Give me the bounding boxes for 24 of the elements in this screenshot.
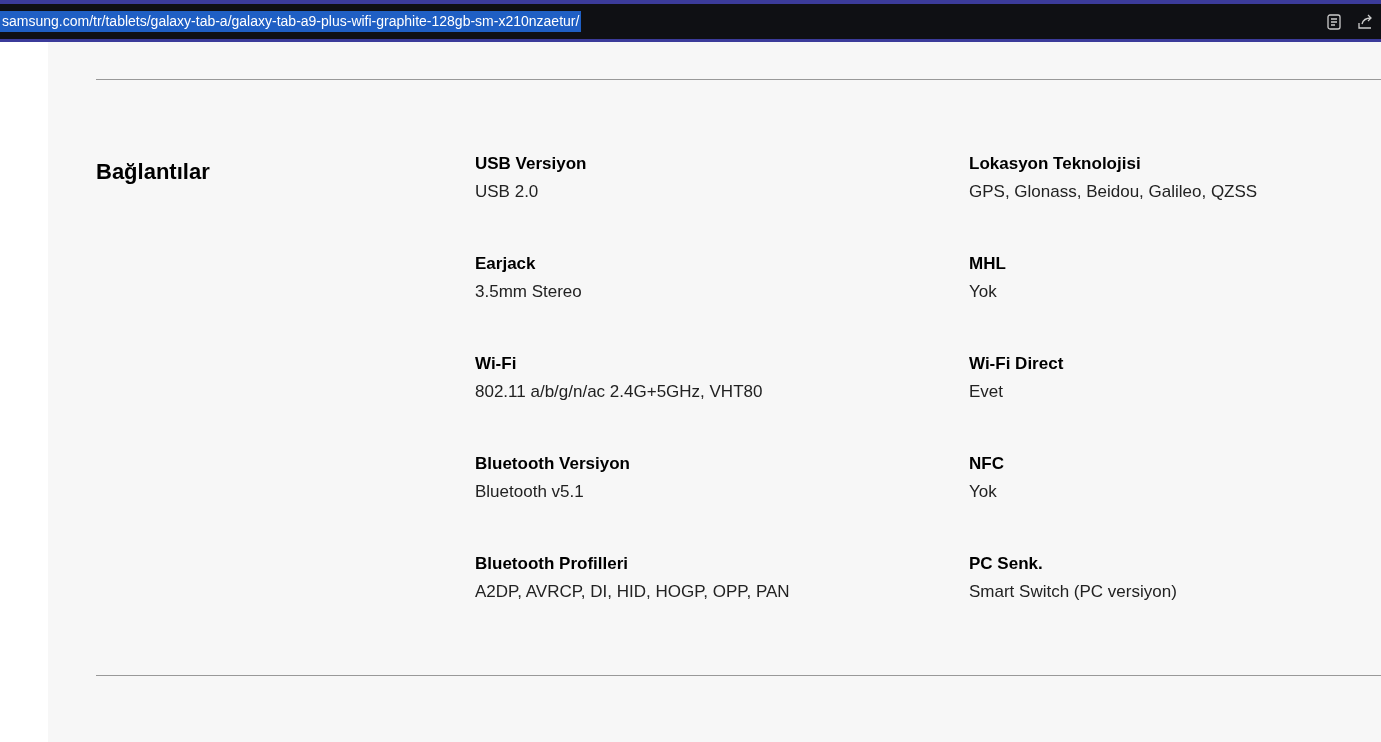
- spec-value: Yok: [969, 281, 998, 303]
- spec-label: NFC: [969, 453, 1005, 475]
- reader-icon[interactable]: [1327, 13, 1341, 30]
- share-icon[interactable]: [1357, 13, 1373, 30]
- section-title: Bağlantılar: [96, 158, 211, 186]
- spec-label: Bluetooth Profilleri: [475, 553, 629, 575]
- spec-label: PC Senk.: [969, 553, 1044, 575]
- spec-label: Earjack: [475, 253, 537, 275]
- spec-label: Wi-Fi: [475, 353, 518, 375]
- spec-label: Wi-Fi Direct: [969, 353, 1065, 375]
- url-text[interactable]: samsung.com/tr/tablets/galaxy-tab-a/galaxy-tab-a9-plus-wifi-graphite-128gb-sm-x210nzaetur/: [0, 11, 582, 32]
- spec-value: 3.5mm Stereo: [475, 281, 583, 303]
- spec-value: Evet: [969, 381, 1005, 403]
- spec-label: Lokasyon Teknolojisi: [969, 153, 1142, 175]
- spec-label: MHL: [969, 253, 1007, 275]
- spec-value: Yok: [969, 481, 998, 503]
- spec-value: 802.11 a/b/g/n/ac 2.4G+5GHz, VHT80: [475, 381, 764, 403]
- spec-value: GPS, Glonass, Beidou, Galileo, QZSS: [969, 181, 1258, 203]
- spec-value: USB 2.0: [475, 181, 540, 203]
- spec-value: Smart Switch (PC versiyon): [969, 581, 1178, 603]
- spec-label: Bluetooth Versiyon: [475, 453, 631, 475]
- spec-label: USB Versiyon: [475, 153, 588, 175]
- spec-value: A2DP, AVRCP, DI, HID, HOGP, OPP, PAN: [475, 581, 791, 603]
- spec-value: Bluetooth v5.1: [475, 481, 585, 503]
